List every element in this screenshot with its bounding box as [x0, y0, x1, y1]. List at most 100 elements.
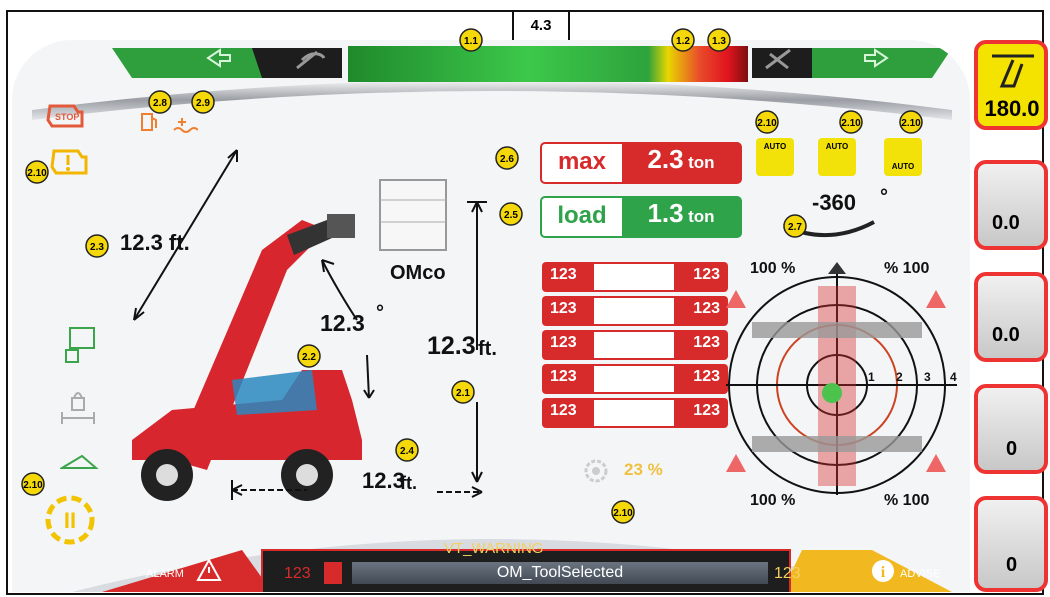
ring-label-2: 2 [896, 370, 903, 384]
callout-pin: 2.7 [782, 214, 810, 242]
warning-message: OM_ToolSelected [352, 562, 768, 584]
callout-label: 2.2 [302, 352, 316, 363]
callout-label: 2.7 [788, 222, 802, 233]
row-left-value: 123 [550, 266, 577, 283]
steering-button-1-value: 0.0 [992, 212, 1020, 234]
current-load-box: load 1.3 ton [540, 196, 742, 238]
svg-text:i: i [881, 564, 886, 581]
info-icon[interactable]: i [870, 558, 896, 584]
boom-icon [594, 264, 674, 290]
ring-label-1: 1 [868, 370, 875, 384]
callout-pin: 2.8 [147, 90, 175, 118]
percent-value: 23 % [624, 460, 663, 479]
boom-angle-button[interactable]: 180.0 [974, 40, 1048, 130]
callout-label: 2.10 [613, 508, 633, 519]
steering-button-2[interactable]: 0.0 [974, 272, 1048, 362]
stabilizer-icon [594, 400, 674, 426]
reach-unit: ft. [400, 473, 417, 493]
height-value: 12.3 [427, 332, 476, 360]
boom-length-value: 12.3 ft. [120, 230, 190, 255]
steering-button-1[interactable]: 0.0 [974, 160, 1048, 250]
callout-pin: 2.10 [610, 500, 638, 528]
rotation-unit: ° [880, 186, 888, 208]
r-icon [594, 332, 674, 358]
stabilizer-lock-icon [65, 327, 95, 363]
callout-label: 2.6 [500, 154, 514, 165]
steering-button-4-value: 0 [1006, 554, 1018, 576]
reach-value: 12.3 [362, 468, 405, 493]
callout-pin: 1.3 [706, 28, 734, 56]
coolant-icon [173, 118, 198, 133]
steering-button-3-value: 0 [1006, 438, 1018, 460]
axle-lock-icon [61, 392, 95, 424]
rotation-value: -360 [812, 190, 857, 215]
ring-label-3: 3 [924, 370, 931, 384]
steering-button-3[interactable]: 0 [974, 384, 1048, 474]
top-bar-right-segment[interactable] [812, 48, 952, 78]
boom-angle-button-value: 180.0 [984, 96, 1040, 121]
callout-pin: 2.4 [394, 438, 422, 466]
callout-label: 2.3 [90, 242, 104, 253]
stability-chart [726, 262, 957, 495]
callout-label: 2.10 [901, 118, 921, 129]
callout-label: 2.5 [504, 210, 518, 221]
callout-pin: 2.6 [494, 146, 522, 174]
table-row: 123 123 [542, 330, 728, 360]
boom-angle-unit: ° [376, 302, 384, 324]
callout-label: 1.1 [464, 36, 478, 47]
callout-label: 2.9 [196, 98, 210, 109]
engine-warning-icon [50, 149, 88, 175]
callout-label: 2.1 [456, 388, 470, 399]
stability-top-right: % 100 [884, 260, 930, 277]
outrigger-icon [594, 366, 674, 392]
stability-top-left: 100 % [750, 260, 796, 277]
callout-label: 2.10 [757, 118, 777, 129]
stop-label: STOP [55, 112, 80, 122]
tool-name: OMco [390, 262, 446, 284]
hand-icon [324, 562, 342, 584]
table-row: 123 123 [542, 296, 728, 326]
callout-label: 2.10 [23, 480, 43, 491]
auto-label: AUTO [891, 162, 915, 171]
warning-left-value: 123 [284, 565, 311, 582]
alarm-label: ALARM [146, 568, 184, 580]
auto-label: AUTO [763, 142, 787, 151]
callout-label: 2.4 [400, 446, 414, 457]
load-unit: ton [688, 207, 715, 226]
max-label: max [542, 144, 622, 182]
callout-pin: 2.10 [754, 110, 782, 138]
boom-tilt-icon [594, 298, 674, 324]
auto-button-3[interactable]: AUTO [884, 138, 922, 176]
callout-label: 2.10 [27, 168, 47, 179]
callout-pin: 2.10 [20, 472, 48, 500]
callout-pin: 2.3 [84, 234, 112, 262]
stability-center-dot [822, 383, 842, 403]
callout-pin: 2.2 [296, 344, 324, 372]
load-label: load [542, 198, 622, 236]
row-left-value: 123 [550, 300, 577, 317]
load-value: 1.3 [647, 198, 684, 228]
table-row: 123 123 [542, 364, 728, 394]
auto-button-2[interactable]: AUTO [818, 138, 856, 176]
max-capacity-box: max 2.3 ton [540, 142, 742, 184]
callout-label: 1.2 [676, 36, 690, 47]
steering-button-2-value: 0.0 [992, 324, 1020, 346]
fan-icon [584, 459, 608, 483]
callout-pin: 1.1 [458, 28, 486, 56]
height-unit: ft. [478, 338, 497, 360]
row-left-value: 123 [550, 368, 577, 385]
callout-pin: 2.10 [24, 160, 52, 188]
callout-pin: 2.10 [898, 110, 926, 138]
steering-button-4[interactable]: 0 [974, 496, 1048, 592]
callout-pin: 2.10 [838, 110, 866, 138]
auto-button-1[interactable]: AUTO [756, 138, 794, 176]
callout-pin: 1.2 [670, 28, 698, 56]
callout-label: 1.3 [712, 36, 726, 47]
table-row: 123 123 [542, 262, 728, 292]
max-value: 2.3 [647, 144, 684, 174]
display-screen: STOP II 12.3 ft. 12.3 ° OMco 12.3 ft. 12… [12, 40, 970, 592]
boom-angle-value: 12.3 [320, 310, 365, 336]
warning-triangle-icon[interactable] [196, 558, 222, 582]
auto-label: AUTO [825, 142, 849, 151]
warning-title: VT_WARNING [444, 540, 544, 557]
